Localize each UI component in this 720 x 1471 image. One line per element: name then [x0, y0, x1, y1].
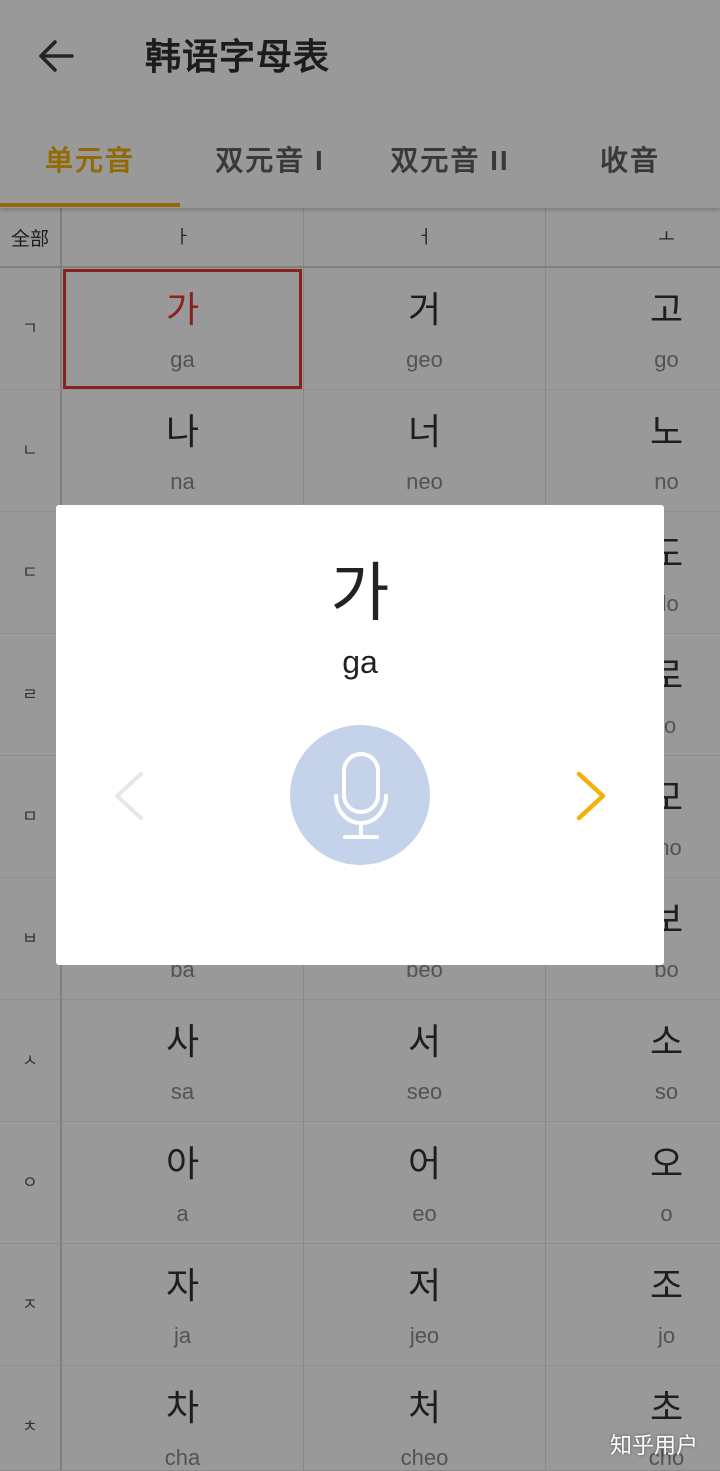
- previous-button[interactable]: [111, 771, 145, 821]
- pronunciation-dialog: 가 ga: [56, 505, 664, 965]
- dialog-romanization: ga: [342, 644, 378, 680]
- dialog-syllable-char: 가: [330, 557, 390, 629]
- next-button[interactable]: [575, 771, 609, 821]
- watermark-text: 知乎用户: [610, 1433, 699, 1458]
- chevron-left-icon: [115, 772, 143, 820]
- chevron-right-icon: [576, 771, 606, 821]
- record-button[interactable]: [290, 725, 430, 865]
- microphone-icon: [334, 752, 388, 839]
